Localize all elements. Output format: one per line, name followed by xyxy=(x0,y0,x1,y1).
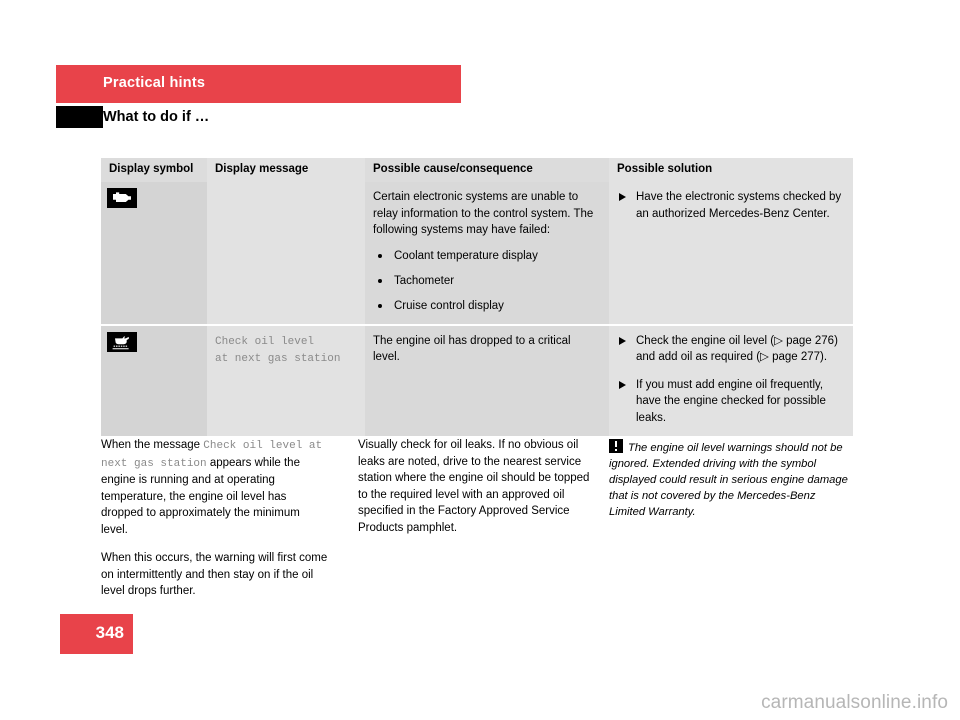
cause-intro-text: The engine oil has dropped to a critical… xyxy=(373,334,571,364)
chapter-title: Practical hints xyxy=(103,75,206,91)
cell-display-message xyxy=(207,182,365,325)
body-paragraph: When this occurs, the warning will first… xyxy=(101,552,328,597)
cell-display-message: Check oil level at next gas station xyxy=(207,323,365,436)
page-number: 348 xyxy=(95,623,124,642)
table-row: Check oil level at next gas station The … xyxy=(101,323,853,436)
warning-note-text: The engine oil level warnings should not… xyxy=(609,442,848,518)
list-item: Have the electronic systems checked by a… xyxy=(617,189,843,222)
cause-intro-text: Certain electronic systems are unable to… xyxy=(373,191,594,236)
body-column-right: The engine oil level warnings should not… xyxy=(609,437,853,520)
section-header: What to do if … xyxy=(56,106,476,128)
cause-item-list: Coolant temperature display Tachometer C… xyxy=(373,248,599,314)
list-item: If you must add engine oil frequently, h… xyxy=(617,377,843,427)
list-item: Tachometer xyxy=(373,273,599,289)
section-black-tab xyxy=(56,106,103,128)
column-header-possible-cause: Possible cause/consequence xyxy=(365,158,609,182)
solution-list: Have the electronic systems checked by a… xyxy=(617,189,843,222)
oil-can-icon xyxy=(107,331,137,352)
body-paragraph: When the message Check oil level at next… xyxy=(101,437,329,538)
body-column-middle: Visually check for oil leaks. If no obvi… xyxy=(358,437,590,536)
cell-possible-solution: Have the electronic systems checked by a… xyxy=(609,182,853,325)
check-engine-icon xyxy=(107,188,137,208)
cell-display-symbol xyxy=(101,182,207,325)
column-header-possible-solution: Possible solution xyxy=(609,158,853,182)
body-paragraph: Visually check for oil leaks. If no obvi… xyxy=(358,439,590,534)
display-message-text: Check oil level at next gas station xyxy=(215,335,341,365)
column-header-display-symbol: Display symbol xyxy=(101,158,207,182)
list-item: Check the engine oil level (▷ page 276) … xyxy=(617,333,843,366)
table-row: Certain electronic systems are unable to… xyxy=(101,182,853,325)
body-column-left: When the message Check oil level at next… xyxy=(101,437,329,600)
practical-hints-table: Display symbol Display message Possible … xyxy=(101,158,853,436)
list-item: Coolant temperature display xyxy=(373,248,599,264)
cell-display-symbol xyxy=(101,323,207,436)
warning-exclamation-icon xyxy=(609,439,623,453)
watermark: carmanualsonline.info xyxy=(761,692,948,713)
chapter-header-band: Practical hints xyxy=(56,65,461,103)
column-header-display-message: Display message xyxy=(207,158,365,182)
warning-note: The engine oil level warnings should not… xyxy=(609,437,853,520)
list-item: Cruise control display xyxy=(373,298,599,314)
table-header-row: Display symbol Display message Possible … xyxy=(101,158,853,182)
paragraph-text-part: When the message xyxy=(101,439,204,451)
page-number-block: 348 xyxy=(60,614,133,654)
cell-possible-solution: Check the engine oil level (▷ page 276) … xyxy=(609,323,853,436)
solution-list: Check the engine oil level (▷ page 276) … xyxy=(617,333,843,427)
section-title: What to do if … xyxy=(103,109,210,125)
cell-possible-cause: Certain electronic systems are unable to… xyxy=(365,182,609,325)
cell-possible-cause: The engine oil has dropped to a critical… xyxy=(365,323,609,436)
